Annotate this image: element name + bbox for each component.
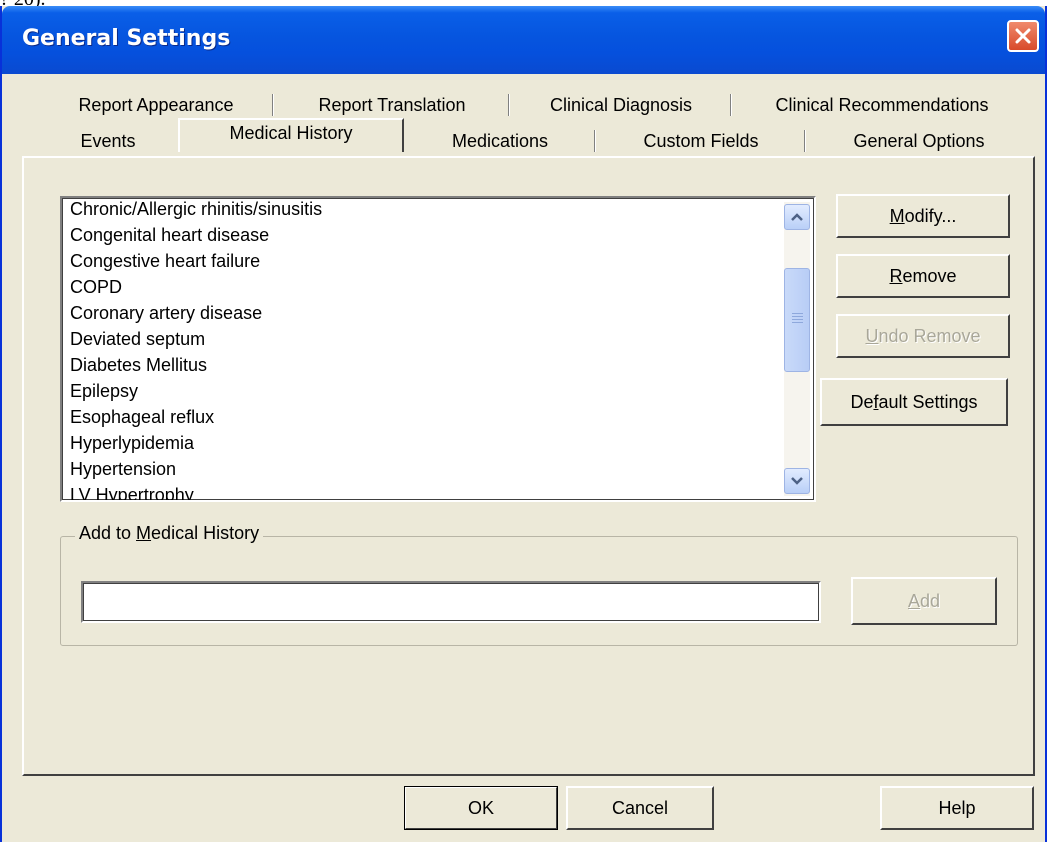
scroll-down-button[interactable]	[784, 468, 810, 494]
help-button[interactable]: Help	[880, 786, 1034, 830]
tab-clinical-diagnosis[interactable]: Clinical Diagnosis	[510, 90, 732, 120]
tab-events[interactable]: Events	[38, 126, 178, 156]
scroll-up-button[interactable]	[784, 204, 810, 230]
window-title: General Settings	[22, 26, 231, 51]
chevron-down-icon	[791, 477, 803, 485]
tab-label: General Options	[853, 131, 985, 151]
tab-report-translation[interactable]: Report Translation	[274, 90, 510, 120]
list-item[interactable]: COPD	[64, 274, 322, 300]
list-item[interactable]: Deviated septum	[64, 326, 322, 352]
tab-label: Report Appearance	[78, 95, 234, 115]
tab-label: Medical History	[229, 123, 353, 143]
tab-label: Clinical Recommendations	[775, 95, 989, 115]
tab-custom-fields[interactable]: Custom Fields	[596, 126, 806, 156]
list-item[interactable]: Chronic/Allergic rhinitis/sinusitis	[64, 198, 322, 222]
dialog-footer: OK Cancel Help	[2, 786, 1045, 842]
tab-medical-history[interactable]: Medical History	[178, 118, 404, 152]
tab-label: Report Translation	[318, 95, 466, 115]
title-bar[interactable]: General Settings	[2, 6, 1045, 74]
tab-label: Clinical Diagnosis	[549, 95, 693, 115]
undo-remove-button[interactable]: Undo Remove	[836, 314, 1010, 358]
medical-history-list[interactable]: Chronic/Allergic rhinitis/sinusitis Cong…	[60, 196, 816, 502]
tab-medications[interactable]: Medications	[404, 126, 596, 156]
list-item[interactable]: Esophageal reflux	[64, 404, 322, 430]
list-item[interactable]: Epilepsy	[64, 378, 322, 404]
tab-label: Custom Fields	[643, 131, 759, 151]
tab-label: Medications	[451, 131, 549, 151]
add-button[interactable]: Add	[851, 577, 997, 625]
list-item[interactable]: Diabetes Mellitus	[64, 352, 322, 378]
modify-button[interactable]: Modify...	[836, 194, 1010, 238]
list-item[interactable]: Coronary artery disease	[64, 300, 322, 326]
default-settings-button[interactable]: Default Settings	[820, 378, 1008, 426]
tab-clinical-recommendations[interactable]: Clinical Recommendations	[732, 90, 1032, 120]
list-item[interactable]: Hyperlypidemia	[64, 430, 322, 456]
tab-label: Events	[80, 131, 136, 151]
list-scrollbar[interactable]	[784, 202, 810, 496]
list-item[interactable]: LV Hypertrophy	[64, 482, 322, 500]
cancel-button[interactable]: Cancel	[566, 786, 714, 830]
tab-general-options[interactable]: General Options	[806, 126, 1032, 156]
tab-report-appearance[interactable]: Report Appearance	[38, 90, 274, 120]
remove-button[interactable]: Remove	[836, 254, 1010, 298]
chevron-up-icon	[791, 213, 803, 221]
list-item[interactable]: Congestive heart failure	[64, 248, 322, 274]
scroll-thumb[interactable]	[784, 268, 810, 372]
group-label: Add to Medical History	[75, 523, 264, 544]
ok-button[interactable]: OK	[404, 786, 558, 830]
list-item[interactable]: Hypertension	[64, 456, 322, 482]
medical-history-input[interactable]	[81, 581, 821, 623]
medical-history-panel: Chronic/Allergic rhinitis/sinusitis Cong…	[22, 156, 1035, 776]
close-icon	[1015, 28, 1031, 44]
add-to-medical-history-group: Add to Medical History Add	[60, 523, 1018, 646]
close-button[interactable]	[1007, 20, 1039, 52]
general-settings-dialog: General Settings Report Appearance Repor…	[0, 6, 1047, 842]
list-item[interactable]: Congenital heart disease	[64, 222, 322, 248]
